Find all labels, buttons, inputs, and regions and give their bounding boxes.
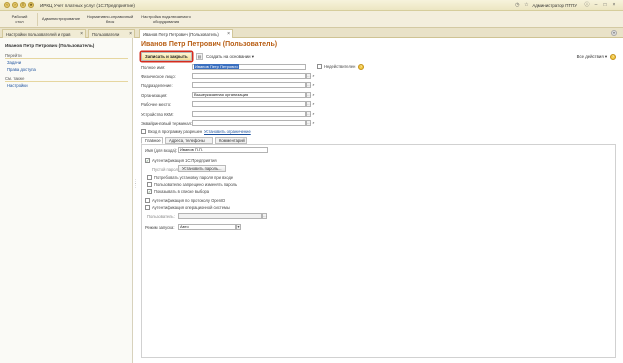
invalid-help-icon[interactable]: ? [358,64,364,70]
star-icon[interactable]: ☆ [523,2,529,8]
login-allowed-checkbox[interactable] [141,129,146,134]
organization-label: Организация: [141,93,168,98]
kkm-device-open-icon[interactable]: ⌕ [311,111,316,117]
workplace-label: Рабочее место: [141,102,172,107]
form-command-bar: Записать и закрыть ▤ Создать на основани… [139,52,619,62]
kkm-device-field[interactable] [192,111,306,117]
user-form: Иванов Петр Петрович (Пользователь) Запи… [136,38,623,363]
history-icon[interactable]: ◷ [514,2,520,8]
full-name-label: Полное имя: [141,65,166,70]
save-and-close-button[interactable]: Записать и закрыть [141,52,192,61]
require-password-checkbox[interactable] [147,175,152,180]
forward-icon[interactable]: › [12,2,18,8]
workplace-open-icon[interactable]: ⌕ [311,101,316,107]
acquiring-terminal-field[interactable] [192,120,306,126]
back-icon[interactable]: ‹ [4,2,10,8]
create-based-on-button[interactable]: Создать на основании ▾ [206,53,254,60]
subtab-comment[interactable]: Комментарий [215,137,247,144]
os-user-field[interactable] [178,213,262,219]
run-mode-select[interactable]: Авто [178,224,236,230]
section-desktop[interactable]: Рабочий стол [2,13,38,26]
invalid-label: Недействителен [324,64,356,69]
section-administration[interactable]: Администрирование [40,13,82,26]
acquiring-terminal-label: Эквайринговый терминал: [141,121,193,126]
tab-label: Иванов Петр Петрович (Пользователь) [143,32,219,37]
openid-checkbox[interactable] [145,198,150,203]
minimize-icon[interactable]: – [593,2,599,8]
nav-panel-title: Иванов Петр Петрович (Пользователь) [5,43,95,48]
forbid-change-password-label: Пользователю запрещено изменять пароль [154,182,238,187]
kkm-device-label: Устройство ККМ: [141,112,174,117]
nav-link-tasks[interactable]: Задачи [7,60,21,65]
forbid-change-password-checkbox[interactable] [147,182,152,187]
open-windows-tabs: Настройки пользователей и прав × Пользов… [0,28,623,39]
favorites-icon[interactable]: ★ [28,2,34,8]
set-restriction-link[interactable]: Установить ограничение [204,129,251,134]
navigation-panel: Иванов Петр Петрович (Пользователь) Пере… [0,38,133,363]
window-title: ИРКЦ Учет платных услуг (1С:Предприятие) [40,3,135,8]
current-user[interactable]: Администратор ПТПУ [532,3,577,8]
show-in-list-label: Показывать в списке выбора [154,189,210,194]
os-auth-checkbox[interactable] [145,205,150,210]
tab-users[interactable]: Пользователи × [88,29,135,38]
organization-open-icon[interactable]: ⌕ [311,92,316,98]
department-field[interactable] [192,82,306,88]
subtab-main[interactable]: Главное [141,137,163,144]
set-password-button[interactable]: Установить пароль... [178,165,226,172]
section-equipment-setup[interactable]: Настройка подключаемого оборудования [138,13,194,26]
os-user-select-button[interactable]: … [262,213,267,219]
tab-user-settings[interactable]: Настройки пользователей и прав × [2,29,86,38]
info-icon[interactable]: ⓘ [584,2,590,8]
tab-label: Настройки пользователей и прав [6,32,71,37]
individual-field[interactable] [192,73,306,79]
all-actions-button[interactable]: Все действия ▾ [577,53,607,60]
close-icon[interactable]: × [611,2,617,8]
show-in-list-checkbox[interactable]: ✓ [147,189,152,194]
page-title: Иванов Петр Петрович (Пользователь) [141,41,278,48]
os-auth-label: Аутентификация операционной системы [152,205,230,210]
window-titlebar: ‹ › ≡ ★ ИРКЦ Учет платных услуг (1С:Пред… [0,0,623,11]
workplace-field[interactable] [192,101,306,107]
require-password-label: Потребовать установку пароля при входе [154,175,234,180]
tabs-menu-icon[interactable]: ▾ [611,30,617,36]
individual-open-icon[interactable]: ⌕ [311,73,316,79]
empty-password-label: Пустой пароль [152,167,180,172]
subtab-addresses-phones[interactable]: Адреса, телефоны [165,137,213,144]
nav-link-settings[interactable]: Настройки [7,83,28,88]
run-mode-label: Режим запуска: [145,225,175,230]
department-open-icon[interactable]: ⌕ [311,82,316,88]
run-mode-dropdown-icon[interactable]: ▾ [236,224,241,230]
main-tab-panel: Имя (для входа): Иванов П.П. ✓ Аутентифи… [141,144,616,358]
login-name-label: Имя (для входа): [145,148,178,153]
auth-1c-checkbox[interactable]: ✓ [145,158,150,163]
individual-label: Физическое лицо: [141,74,176,79]
section-reference-block[interactable]: Нормативно-справочный блок [85,13,135,26]
sections-panel: Рабочий стол Администрирование Нормативн… [0,11,623,28]
invalid-checkbox[interactable] [317,64,322,69]
acquiring-terminal-open-icon[interactable]: ⌕ [311,120,316,126]
divider [5,81,128,82]
nav-link-access-rights[interactable]: Права доступа [7,67,36,72]
organization-field[interactable]: Вышеуказанная организация [192,92,306,98]
auth-1c-label: Аутентификация 1С:Предприятия [152,158,217,163]
department-label: Подразделение: [141,83,173,88]
divider [5,58,128,59]
maximize-icon[interactable]: □ [602,2,608,8]
menu-icon[interactable]: ≡ [20,2,26,8]
login-allowed-label: Вход в программу разрешен [148,129,203,134]
openid-label: Аутентификация по протоколу OpenID [152,198,226,203]
help-icon[interactable]: ? [610,53,616,60]
login-name-field[interactable]: Иванов П.П. [178,147,268,153]
tab-label: Пользователи [92,32,120,37]
full-name-value: Иванов Петр Петрович [194,64,239,69]
save-icon[interactable]: ▤ [196,53,203,60]
full-name-field[interactable]: Иванов Петр Петрович [192,64,306,70]
os-user-label: Пользователь: [147,214,175,219]
